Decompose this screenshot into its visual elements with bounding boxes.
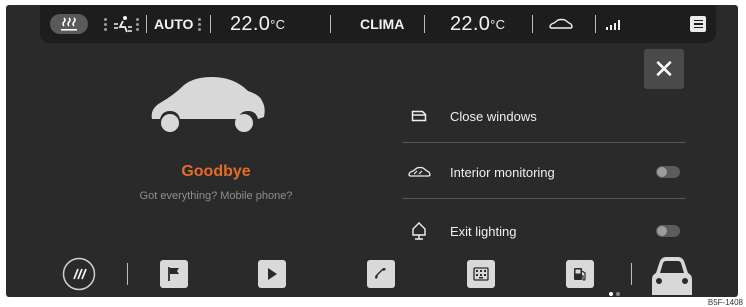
interior-monitoring-label: Interior monitoring <box>450 164 555 180</box>
seat-heating-button[interactable] <box>50 14 88 34</box>
seat-heating-icon <box>61 17 77 31</box>
exit-lighting-icon <box>412 222 426 240</box>
keypad-button[interactable] <box>467 260 495 288</box>
left-temp-value: 22.0 <box>230 12 271 35</box>
close-windows-row[interactable]: Close windows <box>402 96 686 136</box>
exit-lighting-toggle[interactable] <box>656 225 680 237</box>
rear-window-heat-button[interactable] <box>62 257 96 291</box>
interior-monitoring-icon <box>408 166 431 177</box>
signal-bars-icon <box>606 20 620 30</box>
air-distribution-button[interactable] <box>112 5 134 43</box>
car-climate-button[interactable] <box>548 5 574 43</box>
phone-button[interactable] <box>367 260 395 288</box>
divider <box>402 142 686 143</box>
navigation-button[interactable] <box>160 260 188 288</box>
page-dot-active <box>609 292 613 296</box>
auto-level-dots <box>198 5 201 43</box>
climate-bar: AUTO 22.0 °C CLIMA 22.0 °C <box>40 5 716 43</box>
phone-icon <box>375 268 386 279</box>
close-windows-label: Close windows <box>450 108 537 124</box>
interior-monitoring-toggle[interactable] <box>656 166 680 178</box>
image-code: B5F-1408 <box>706 298 744 307</box>
right-temp-value: 22.0 <box>450 12 491 35</box>
exit-lighting-label: Exit lighting <box>450 223 517 239</box>
interior-monitoring-row[interactable]: Interior monitoring <box>402 152 686 192</box>
car-front-icon <box>652 257 692 295</box>
car-outline-icon <box>549 18 573 29</box>
divider <box>402 198 686 199</box>
goodbye-subtitle: Got everything? Mobile phone? <box>139 190 293 202</box>
play-icon <box>268 268 277 280</box>
car-silhouette <box>151 77 265 132</box>
fan-level-dots-left <box>104 5 107 43</box>
car-menu-button[interactable] <box>646 255 698 295</box>
page-dot <box>616 292 620 296</box>
page-indicator <box>609 292 620 296</box>
flag-icon <box>168 267 179 281</box>
keypad-icon <box>473 267 489 281</box>
left-temperature[interactable]: 22.0 °C <box>230 5 285 43</box>
right-temp-unit: °C <box>490 16 506 32</box>
left-temp-unit: °C <box>270 16 286 32</box>
menu-button[interactable] <box>690 5 706 43</box>
rear-window-heat-icon <box>62 257 96 291</box>
close-button[interactable]: ✕ <box>644 49 684 89</box>
infotainment-screen: AUTO 22.0 °C CLIMA 22.0 °C ✕ Goodbye Got… <box>6 5 738 297</box>
dock-separator <box>127 263 128 285</box>
fan-level-dots <box>136 5 139 43</box>
right-temperature[interactable]: 22.0 °C <box>450 5 505 43</box>
media-button[interactable] <box>258 260 286 288</box>
window-icon <box>411 110 427 122</box>
menu-icon <box>690 16 706 32</box>
air-distribution-icon <box>114 16 132 33</box>
close-icon: ✕ <box>653 53 675 84</box>
fuel-button[interactable] <box>566 260 594 288</box>
dock-separator <box>631 263 632 285</box>
fuel-icon <box>574 268 586 281</box>
goodbye-title: Goodbye <box>181 163 251 180</box>
clima-button[interactable]: CLIMA <box>360 5 404 43</box>
signal-strength <box>606 5 622 43</box>
exit-lighting-row[interactable]: Exit lighting <box>402 211 686 251</box>
auto-button[interactable]: AUTO <box>154 5 193 43</box>
